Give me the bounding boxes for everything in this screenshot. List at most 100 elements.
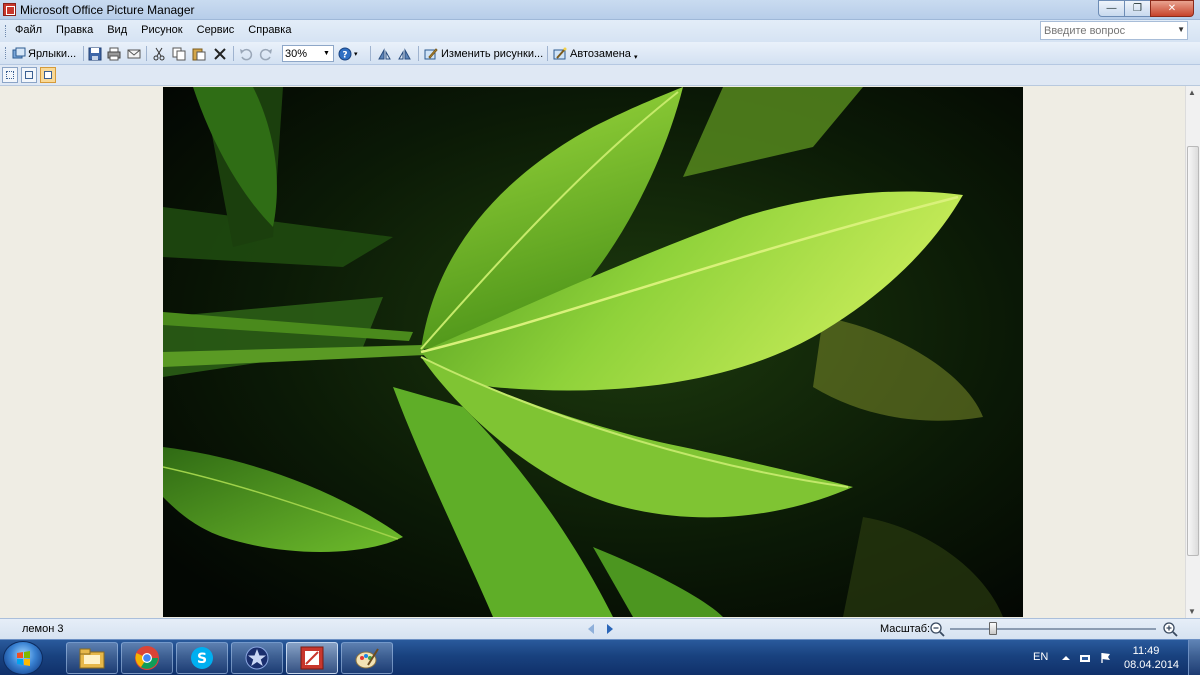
delete-icon (214, 47, 226, 60)
chevron-down-icon: ▾ (634, 53, 638, 61)
leaf-image (163, 87, 1023, 617)
menu-picture[interactable]: Рисунок (140, 24, 184, 36)
email-button[interactable] (127, 45, 141, 62)
toolbar-separator (370, 46, 371, 61)
minimize-button[interactable]: — (1098, 0, 1125, 17)
language-indicator[interactable]: EN (1033, 651, 1048, 663)
autocorrect-button[interactable]: Автозамена (553, 45, 631, 62)
shortcuts-label: Ярлыки... (28, 47, 77, 60)
action-center-flag-icon[interactable] (1100, 652, 1112, 664)
menu-help[interactable]: Справка (247, 24, 292, 36)
zoom-slider-thumb[interactable] (989, 622, 998, 635)
leaf-photo[interactable] (163, 87, 1023, 617)
scroll-down-icon[interactable]: ▼ (1188, 607, 1196, 616)
file-explorer-icon (79, 648, 105, 669)
copy-button[interactable] (172, 45, 186, 62)
zoom-out-icon[interactable] (929, 621, 945, 637)
toolbar-separator (146, 46, 147, 61)
zoom-input[interactable] (283, 46, 321, 61)
picture-manager-icon (300, 646, 324, 670)
single-picture-icon (44, 71, 52, 79)
thumbnail-view-button[interactable] (2, 67, 18, 83)
ask-question-input[interactable] (1041, 22, 1171, 39)
edit-pictures-label: Изменить рисунки... (441, 47, 544, 60)
print-button[interactable] (107, 45, 121, 62)
ask-question-box: ▼ (1040, 21, 1188, 40)
edit-picture-icon (424, 47, 438, 59)
clock-date: 08.04.2014 (1124, 659, 1180, 671)
clock[interactable]: 11:49 08.04.2014 (1124, 644, 1180, 672)
autocorrect-icon (553, 47, 567, 59)
window-controls: — ❐ ✕ (1098, 0, 1194, 17)
taskbar-paint[interactable] (341, 642, 393, 674)
cut-button[interactable] (152, 45, 166, 62)
rotate-left-icon (378, 47, 391, 59)
email-icon (127, 49, 141, 58)
standard-toolbar: Ярлыки... ▼ ? ▾ (0, 42, 1200, 65)
menu-file[interactable]: Файл (14, 24, 43, 36)
redo-button[interactable] (259, 45, 273, 62)
taskbar-skype[interactable]: S (176, 642, 228, 674)
rotate-right-button[interactable] (398, 45, 412, 62)
help-icon: ? (338, 47, 352, 60)
svg-text:S: S (197, 651, 207, 667)
zoom-label: Масштаб: (880, 623, 931, 635)
close-button[interactable]: ✕ (1150, 0, 1194, 17)
previous-picture-icon[interactable] (585, 623, 597, 635)
svg-text:?: ? (342, 50, 347, 60)
chevron-down-icon[interactable]: ▾ (354, 50, 358, 58)
taskbar-explorer[interactable] (66, 642, 118, 674)
shortcuts-icon (12, 47, 26, 58)
start-button[interactable] (3, 641, 43, 675)
restore-button[interactable]: ❐ (1124, 0, 1151, 17)
show-desktop-button[interactable] (1188, 640, 1200, 675)
windows-start-icon (17, 651, 30, 666)
zoom-slider-track[interactable] (950, 628, 1156, 630)
paint-icon (355, 648, 379, 669)
skype-icon: S (191, 647, 213, 669)
toolbar-options-button[interactable]: ▾ (634, 48, 638, 65)
menu-tools[interactable]: Сервис (196, 24, 236, 36)
chevron-down-icon[interactable]: ▼ (321, 47, 332, 60)
taskbar-picture-manager[interactable] (286, 642, 338, 674)
rotate-left-button[interactable] (377, 45, 391, 62)
vertical-scrollbar[interactable]: ▲ ▼ (1185, 86, 1200, 618)
scrollbar-thumb[interactable] (1187, 146, 1199, 556)
scroll-up-icon[interactable]: ▲ (1188, 88, 1196, 97)
help-button[interactable]: ? ▾ (338, 45, 358, 62)
toolbar-separator (83, 46, 84, 61)
print-icon (107, 47, 121, 60)
menu-grip[interactable] (5, 25, 8, 37)
toolbar-separator (418, 46, 419, 61)
autocorrect-label: Автозамена (570, 47, 631, 60)
file-name: лемон 3 (22, 623, 64, 635)
window-title: Microsoft Office Picture Manager (20, 3, 195, 17)
edit-pictures-button[interactable]: Изменить рисунки... (424, 45, 543, 62)
taskbar-star-app[interactable] (231, 642, 283, 674)
delete-button[interactable] (213, 45, 227, 62)
save-icon (88, 47, 102, 60)
taskbar: S EN 11:49 08.04.2014 (0, 639, 1200, 675)
undo-button[interactable] (239, 45, 253, 62)
paste-button[interactable] (192, 45, 206, 62)
view-bar (0, 65, 1200, 86)
picture-area (0, 86, 1185, 618)
copy-icon (172, 47, 186, 60)
next-picture-icon[interactable] (604, 623, 616, 635)
taskbar-chrome[interactable] (121, 642, 173, 674)
paste-icon (192, 48, 206, 60)
toolbar-grip[interactable] (5, 47, 8, 59)
shortcuts-button[interactable]: Ярлыки... (12, 45, 76, 62)
show-hidden-icons-icon[interactable] (1060, 652, 1072, 664)
menu-view[interactable]: Вид (106, 24, 128, 36)
clock-time: 11:49 (1132, 645, 1160, 657)
single-picture-view-button[interactable] (40, 67, 56, 83)
chevron-down-icon[interactable]: ▼ (1177, 25, 1185, 34)
scissors-icon (153, 47, 165, 60)
network-icon[interactable] (1079, 652, 1091, 664)
zoom-in-icon[interactable] (1162, 621, 1178, 637)
picture-manager-icon (3, 3, 16, 16)
filmstrip-view-button[interactable] (21, 67, 37, 83)
save-button[interactable] (88, 45, 102, 62)
menu-edit[interactable]: Правка (55, 24, 94, 36)
